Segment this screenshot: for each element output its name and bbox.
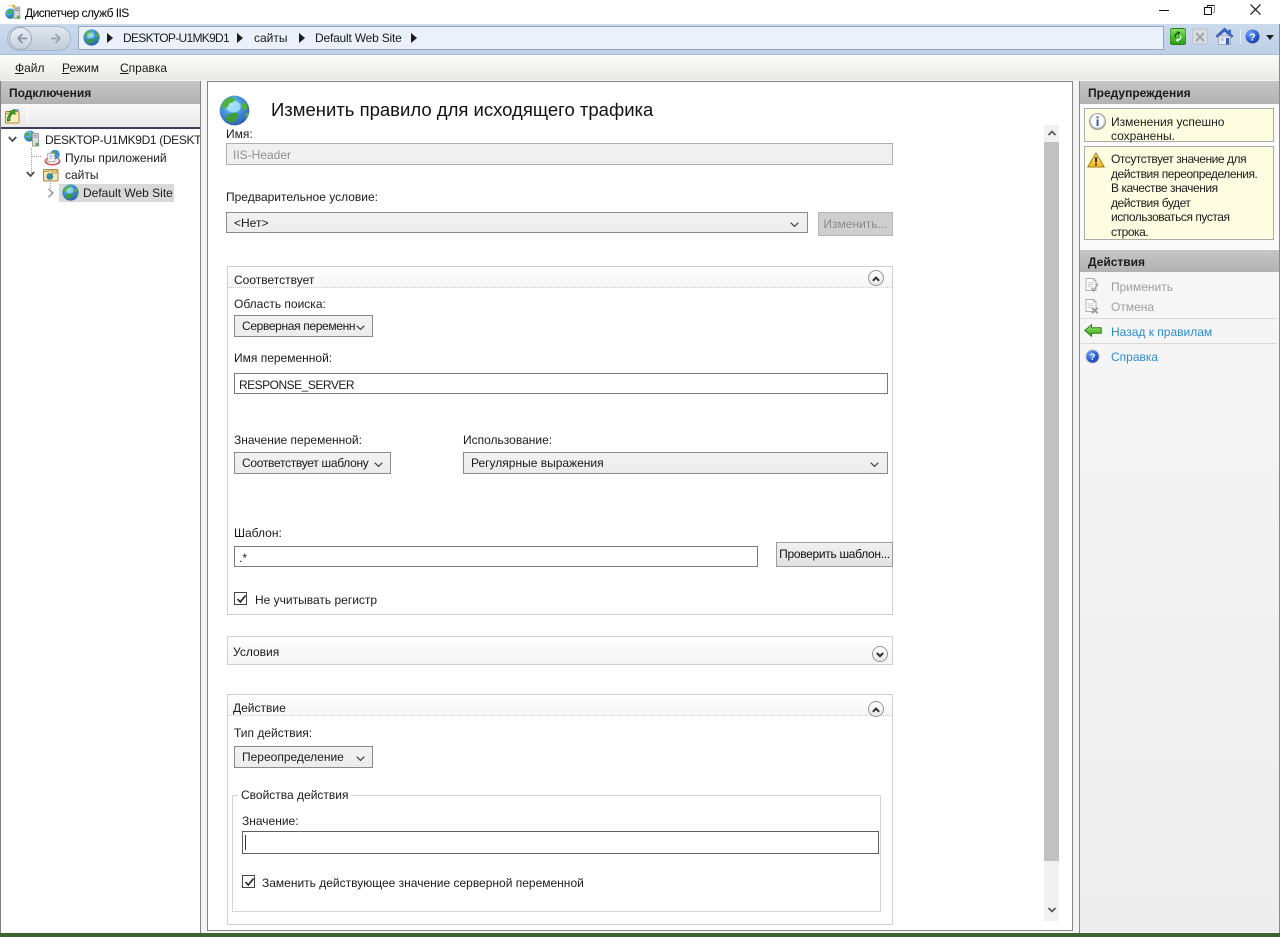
svg-text:?: ?: [1249, 31, 1255, 43]
svg-text:?: ?: [1090, 352, 1096, 363]
